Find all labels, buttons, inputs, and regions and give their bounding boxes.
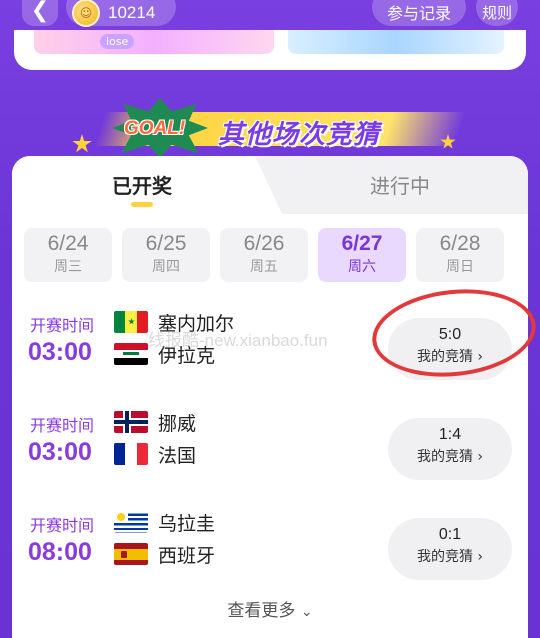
back-button[interactable]: ❮	[22, 0, 58, 26]
watermark: 线报酷-new.xianbao.fun	[148, 331, 328, 350]
star-icon	[72, 134, 92, 153]
coin-balance: 10214	[108, 3, 156, 22]
coin-icon: ☺	[72, 0, 100, 27]
date-selector: 6/24 周三 6/25 周四 6/26 周五 6/27 周六 6/28 周日	[24, 228, 516, 282]
team-name: 挪威	[158, 412, 197, 435]
france-flag-icon	[114, 443, 148, 465]
date-label: 6/26	[243, 232, 285, 255]
lose-tag: lose	[100, 34, 135, 49]
tab-bar: 已开奖 进行中	[12, 156, 528, 214]
weekday-label: 周三	[54, 259, 82, 275]
prev-option-image-left: lose	[34, 30, 274, 54]
my-guess-button[interactable]: 0:1 我的竞猜 ›	[388, 518, 512, 580]
prev-option-image-right	[288, 30, 504, 54]
guess-score: 0:1	[438, 526, 462, 543]
date-label: 6/24	[47, 232, 89, 255]
date-label: 6/27	[341, 232, 383, 255]
see-more-button[interactable]: 查看更多 ⌄	[12, 596, 528, 621]
see-more-label: 查看更多	[227, 601, 296, 621]
date-item[interactable]: 6/26 周五	[220, 228, 308, 282]
kickoff-label: 开赛时间	[30, 416, 95, 435]
chevron-right-icon: ›	[477, 549, 484, 565]
away-team: 西班牙	[114, 540, 215, 568]
kickoff-time: 08:00	[28, 538, 92, 566]
my-guess-button[interactable]: 1:4 我的竞猜 ›	[388, 418, 512, 480]
away-team: 法国	[114, 440, 196, 468]
home-team: 乌拉圭	[114, 508, 215, 536]
team-name: 法国	[158, 444, 197, 467]
chevron-left-icon: ❮	[30, 0, 50, 23]
goal-text: GOAL!	[124, 118, 186, 139]
kickoff-time: 03:00	[28, 338, 92, 366]
weekday-label: 周四	[152, 259, 180, 275]
guess-label: 我的竞猜 ›	[388, 546, 512, 566]
match-row: 开赛时间 08:00 乌拉圭 西班牙 0:1 我的竞猜 ›	[12, 511, 528, 608]
top-bar: ❮ ☺ 10214 参与记录 规则	[0, 0, 540, 32]
participation-record-button[interactable]: 参与记录	[372, 0, 466, 26]
chevron-down-icon: ⌄	[300, 604, 313, 620]
chevron-right-icon: ›	[477, 449, 484, 465]
match-row: 开赛时间 03:00 挪威 法国 1:4 我的竞猜 ›	[12, 411, 528, 508]
date-label: 6/25	[145, 232, 187, 255]
other-matches-banner: GOAL! 其他场次竞猜	[60, 96, 480, 162]
date-item[interactable]: 6/25 周四	[122, 228, 210, 282]
previous-section-card: lose	[14, 30, 526, 70]
guess-score: 1:4	[438, 426, 462, 443]
iraq-flag-icon	[114, 343, 148, 365]
kickoff-label: 开赛时间	[30, 516, 95, 535]
kickoff-time: 03:00	[28, 438, 92, 466]
guess-label-text: 我的竞猜	[416, 549, 473, 565]
weekday-label: 周六	[348, 259, 376, 275]
guess-label: 我的竞猜 ›	[388, 446, 512, 466]
date-item-selected[interactable]: 6/27 周六	[318, 228, 406, 282]
guess-label-text: 我的竞猜	[416, 449, 473, 465]
home-team: 挪威	[114, 408, 196, 436]
kickoff-label: 开赛时间	[30, 316, 95, 335]
team-name: 西班牙	[158, 544, 216, 567]
uruguay-flag-icon	[114, 511, 148, 533]
tab-in-progress[interactable]: 进行中	[360, 170, 440, 199]
tab-active-indicator	[131, 202, 153, 207]
team-name: 乌拉圭	[158, 512, 216, 535]
senegal-flag-icon	[114, 311, 148, 333]
coin-balance-pill[interactable]: ☺ 10214	[66, 0, 176, 27]
date-item[interactable]: 6/24 周三	[24, 228, 112, 282]
tab-settled[interactable]: 已开奖	[102, 170, 182, 199]
norway-flag-icon	[114, 411, 148, 433]
matches-card: 已开奖 进行中 6/24 周三 6/25 周四 6/26 周五 6/27 周六 …	[12, 156, 528, 638]
date-label: 6/28	[439, 232, 481, 255]
spain-flag-icon	[114, 543, 148, 565]
rules-button[interactable]: 规则	[476, 0, 518, 26]
banner-title: 其他场次竞猜	[218, 120, 381, 150]
weekday-label: 周日	[446, 259, 474, 275]
weekday-label: 周五	[250, 259, 278, 275]
date-item[interactable]: 6/28 周日	[416, 228, 504, 282]
